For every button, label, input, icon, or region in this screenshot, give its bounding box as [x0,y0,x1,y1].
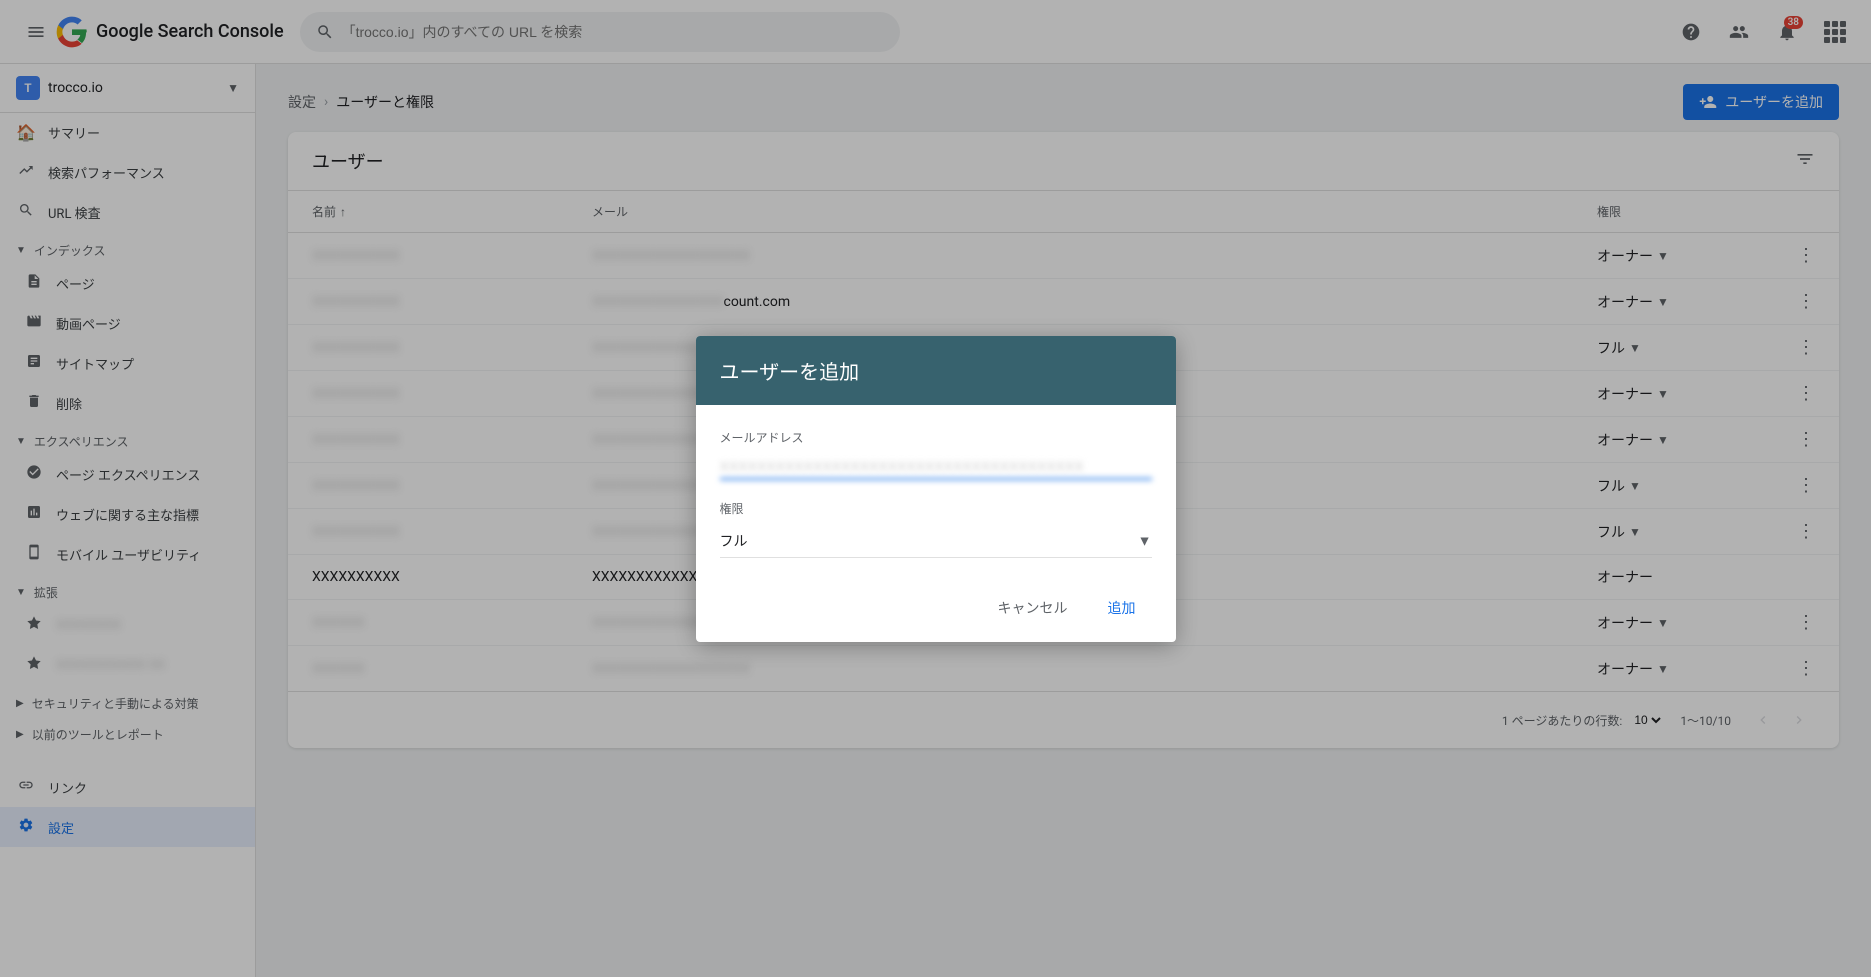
email-input[interactable] [720,454,1152,480]
dialog-title: ユーザーを追加 [720,360,860,384]
email-label: メールアドレス [720,429,1152,446]
add-button[interactable]: 追加 [1092,590,1152,626]
permission-label: 権限 [720,500,1152,517]
dialog-body: メールアドレス 権限 フル 制限付き オーナー ▼ [696,405,1176,574]
cancel-button[interactable]: キャンセル [982,590,1084,626]
add-user-dialog: ユーザーを追加 メールアドレス 権限 フル 制限付き オーナー ▼ キャンセル … [696,336,1176,642]
dialog-header: ユーザーを追加 [696,336,1176,405]
dialog-overlay[interactable]: ユーザーを追加 メールアドレス 権限 フル 制限付き オーナー ▼ キャンセル … [0,0,1871,977]
permission-select-wrapper: フル 制限付き オーナー ▼ [720,525,1152,558]
permission-field: 権限 フル 制限付き オーナー ▼ [720,500,1152,558]
permission-select[interactable]: フル 制限付き オーナー [720,525,1152,558]
dialog-actions: キャンセル 追加 [696,574,1176,642]
